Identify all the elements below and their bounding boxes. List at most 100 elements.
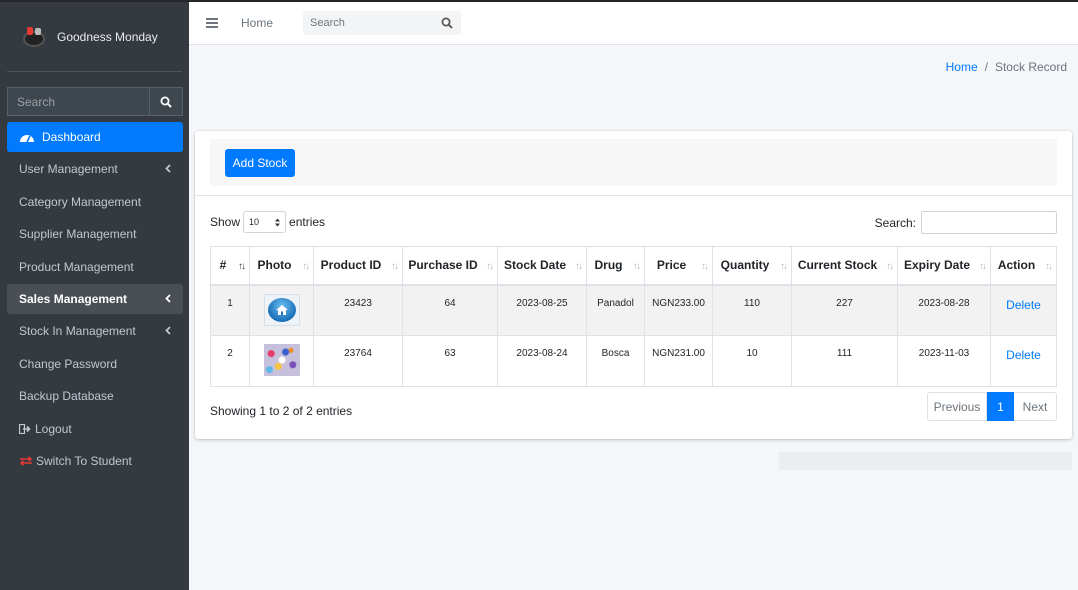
column-header-product-id[interactable]: Product ID ↑↓: [313, 246, 403, 286]
sidebar-item-switch-to-student[interactable]: Switch To Student: [7, 446, 183, 476]
sort-icon: ↑↓: [701, 261, 709, 272]
sidebar-item-user-management[interactable]: User Management: [7, 154, 183, 184]
table-search-input[interactable]: [921, 211, 1057, 234]
sort-icon: ↑↓: [1045, 261, 1053, 272]
sidebar-item-sales-management[interactable]: Sales Management: [7, 283, 183, 314]
sidebar-item-label: Switch To Student: [36, 453, 132, 468]
breadcrumb: Home / Stock Record: [946, 60, 1067, 74]
sidebar-item-backup-database[interactable]: Backup Database: [7, 381, 183, 411]
sort-icon: ↑↓: [575, 261, 583, 272]
sort-icon: ↑↓: [391, 261, 399, 272]
search-icon[interactable]: [441, 17, 453, 29]
stock-table: # ↑↓ Photo ↑↓ Product ID ↑↓ Purchase ID ↑↓ S…: [210, 246, 1057, 387]
show-label: Show: [210, 215, 241, 229]
sidebar-search-button[interactable]: [149, 87, 183, 116]
exchange-icon: [19, 456, 33, 466]
brand-logo-icon: [21, 25, 49, 49]
card-header: Add Stock: [210, 139, 1057, 186]
hamburger-menu-icon[interactable]: [206, 18, 218, 28]
column-header-price[interactable]: Price ↑↓: [644, 246, 713, 286]
column-header-photo[interactable]: Photo ↑↓: [249, 246, 314, 286]
sidebar: Goodness Monday Search Dashboard User Ma…: [0, 0, 189, 590]
sidebar-search: Search: [7, 87, 183, 116]
sidebar-search-input[interactable]: Search: [7, 87, 149, 116]
cell-photo: [249, 284, 314, 336]
delete-link[interactable]: Delete: [1006, 298, 1041, 312]
cell-stock-date: 2023-08-25: [497, 284, 587, 336]
sort-icon: ↑↓: [633, 261, 641, 272]
column-header-action[interactable]: Action ↑↓: [990, 246, 1057, 286]
sort-icon: ↑↓: [486, 261, 494, 272]
navbar-home-link[interactable]: Home: [241, 16, 273, 30]
sort-icon: ↑↓: [780, 261, 788, 272]
stock-card: Add Stock Show 10 entries Search: # ↑↓ Ph…: [195, 131, 1072, 439]
sort-asc-icon: ↑↓: [238, 261, 246, 272]
sidebar-item-label: Stock In Management: [19, 324, 136, 339]
sidebar-item-label: Change Password: [19, 356, 118, 371]
cell-current-stock: 227: [791, 284, 898, 336]
column-header-stock-date[interactable]: Stock Date ↑↓: [497, 246, 587, 286]
brand[interactable]: Goodness Monday: [7, 2, 182, 72]
cell-num: 1: [210, 284, 250, 336]
pagination-previous-button[interactable]: Previous: [927, 392, 987, 421]
navbar-search-input[interactable]: Search: [303, 11, 462, 35]
cell-expiry-date: 2023-08-28: [897, 284, 991, 336]
sidebar-item-logout[interactable]: Logout: [7, 414, 183, 444]
cell-expiry-date: 2023-11-03: [897, 335, 991, 387]
footer-strip: [779, 452, 1072, 470]
cell-product-id: 23764: [313, 335, 403, 387]
entries-label: entries: [289, 215, 326, 229]
pills-photo: [263, 344, 300, 376]
sidebar-item-label: User Management: [19, 162, 118, 177]
cell-purchase-id: 63: [402, 335, 498, 387]
sidebar-item-change-password[interactable]: Change Password: [7, 349, 183, 379]
sidebar-item-product-management[interactable]: Product Management: [7, 252, 183, 282]
sidebar-item-label: Backup Database: [19, 389, 114, 404]
cell-photo: [249, 335, 314, 387]
cell-quantity: 10: [712, 335, 792, 387]
pagination: Previous 1 Next: [927, 392, 1057, 421]
cell-stock-date: 2023-08-24: [497, 335, 587, 387]
sidebar-item-label: Supplier Management: [19, 227, 137, 242]
table-search: Search:: [875, 211, 1057, 234]
pagination-next-button[interactable]: Next: [1014, 392, 1057, 421]
sidebar-item-label: Category Management: [19, 194, 142, 209]
column-header-drug[interactable]: Drug ↑↓: [586, 246, 645, 286]
pagination-page-1-button[interactable]: 1: [987, 392, 1014, 421]
cell-action: Delete: [990, 284, 1057, 336]
column-header-expiry-date[interactable]: Expiry Date ↑↓: [897, 246, 991, 286]
home-icon: [263, 293, 300, 326]
table-header-row: # ↑↓ Photo ↑↓ Product ID ↑↓ Purchase ID ↑↓ S…: [210, 246, 1057, 286]
sidebar-item-label: Product Management: [19, 259, 134, 274]
cell-quantity: 110: [712, 284, 792, 336]
column-header-quantity[interactable]: Quantity ↑↓: [712, 246, 792, 286]
table-row: 1 23423 64 2023-08-25 Panadol NGN233.00 …: [210, 284, 1057, 336]
column-header-current-stock[interactable]: Current Stock ↑↓: [791, 246, 898, 286]
cell-purchase-id: 64: [402, 284, 498, 336]
sidebar-item-category-management[interactable]: Category Management: [7, 187, 183, 217]
sidebar-nav: Dashboard User Management Category Manag…: [7, 122, 183, 478]
sign-out-icon: [19, 423, 31, 434]
chevron-left-icon: [165, 326, 171, 335]
sort-icon: ↑↓: [979, 261, 987, 272]
page-length-select[interactable]: 10: [243, 211, 287, 233]
sort-select-icon: [275, 218, 281, 226]
navbar-search-placeholder: Search: [310, 17, 345, 29]
cell-action: Delete: [990, 335, 1057, 387]
column-header-purchase-id[interactable]: Purchase ID ↑↓: [402, 246, 498, 286]
add-stock-button[interactable]: Add Stock: [225, 149, 295, 177]
sidebar-item-dashboard[interactable]: Dashboard: [7, 122, 183, 152]
sidebar-item-stock-in-management[interactable]: Stock In Management: [7, 316, 183, 346]
sidebar-item-label: Logout: [35, 421, 72, 436]
sidebar-item-supplier-management[interactable]: Supplier Management: [7, 219, 183, 249]
breadcrumb-home-link[interactable]: Home: [946, 60, 978, 74]
top-navbar: Home Search: [189, 0, 1078, 45]
delete-link[interactable]: Delete: [1006, 348, 1041, 362]
sidebar-item-label: Dashboard: [42, 130, 101, 144]
column-header-num[interactable]: # ↑↓: [210, 246, 250, 286]
cell-product-id: 23423: [313, 284, 403, 336]
table-search-label: Search:: [874, 215, 916, 230]
table-row: 2 23764 63 2023-08-24 Bosca NGN231.00 10…: [210, 335, 1057, 387]
cell-price: NGN233.00: [644, 284, 713, 336]
breadcrumb-current: Stock Record: [994, 60, 1067, 74]
